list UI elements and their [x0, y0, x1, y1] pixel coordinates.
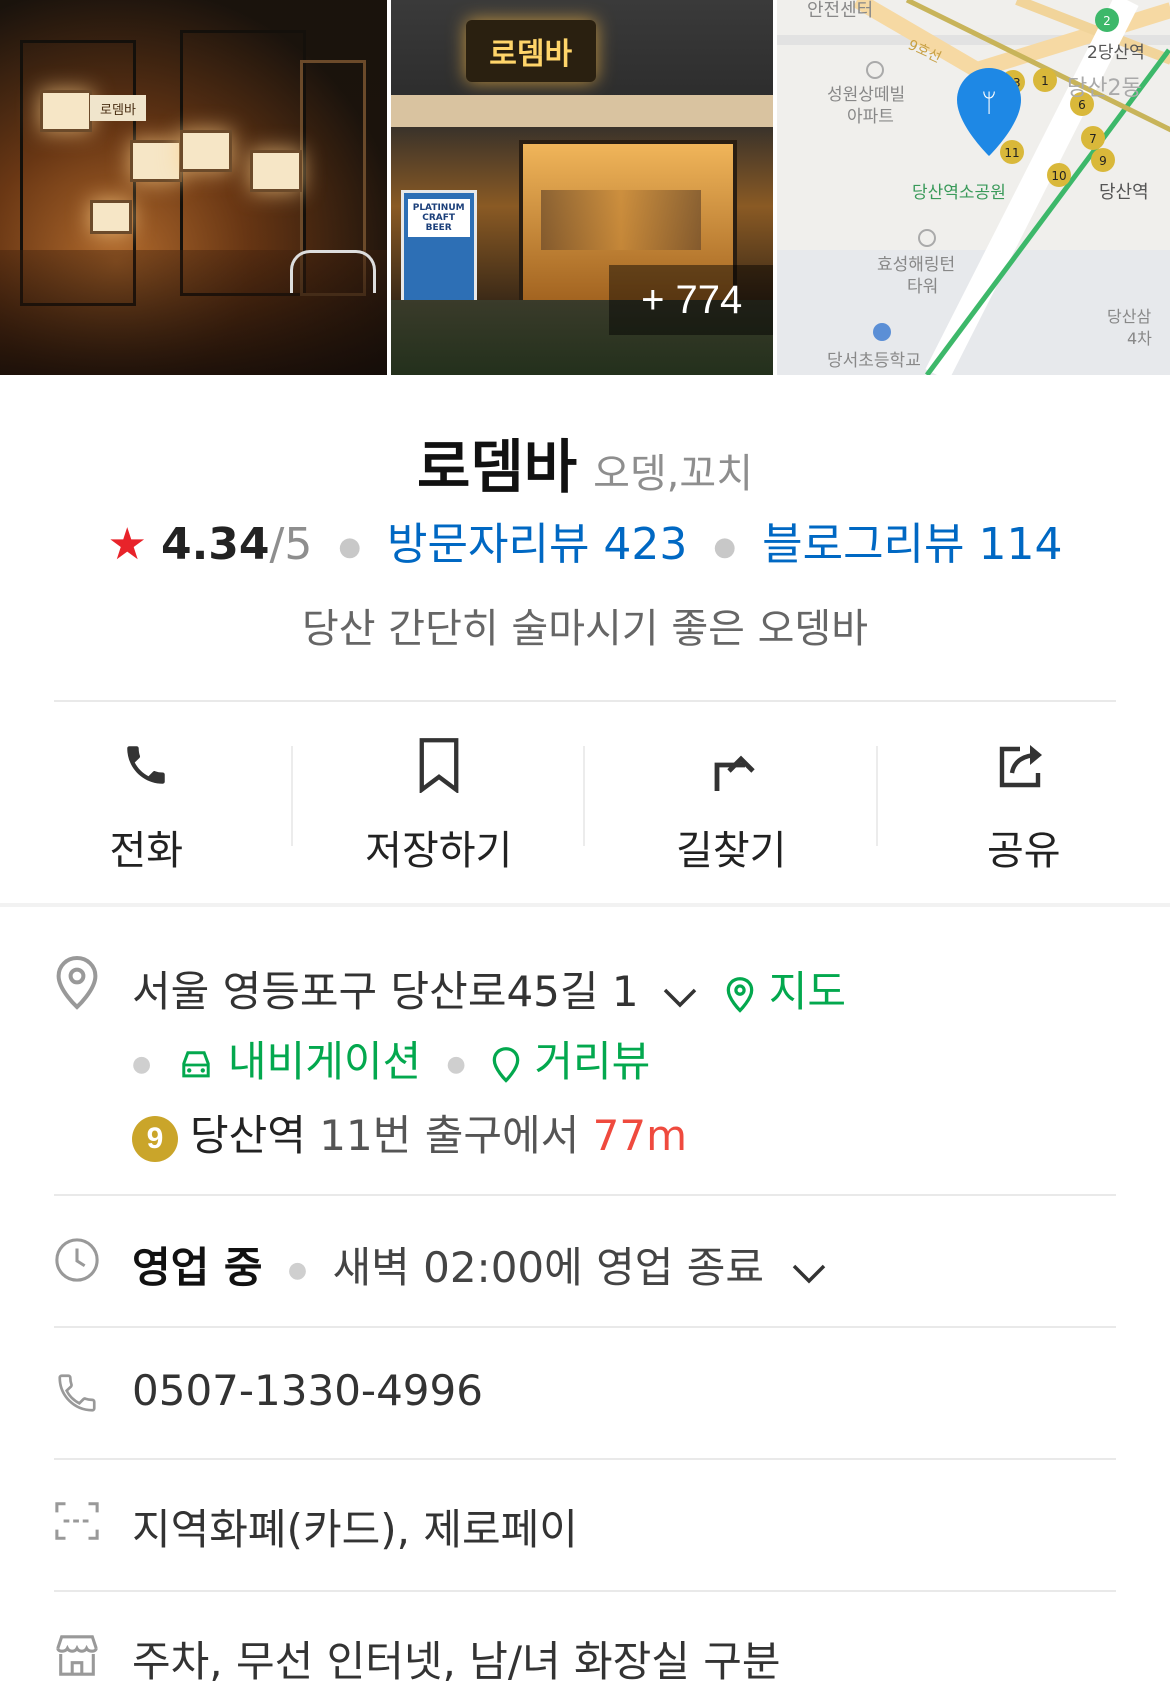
call-button[interactable]: 전화 [0, 730, 293, 874]
svg-text:2당산역: 2당산역 [1087, 43, 1145, 63]
street-view-pin-icon [492, 1046, 520, 1083]
photo-count-badge[interactable]: + 774 [608, 265, 774, 335]
save-button[interactable]: 저장하기 [293, 730, 585, 874]
divider [54, 1458, 1116, 1460]
svg-text:11: 11 [1005, 146, 1020, 160]
place-category: 오뎅,꼬치 [593, 451, 753, 497]
place-description: 당산 간단히 술마시기 좋은 오뎅바 [301, 606, 869, 652]
divider [54, 700, 1116, 702]
action-bar: 전화 저장하기 길찾기 공유 [0, 730, 1170, 874]
navigation-label: 내비게이션 [227, 1037, 422, 1086]
star-icon: ★ [107, 519, 147, 570]
divider [54, 1326, 1116, 1328]
svg-text:7: 7 [1090, 132, 1098, 146]
navigation-link[interactable]: 내비게이션 [177, 1037, 435, 1086]
map-pin-icon [727, 976, 754, 1013]
blog-reviews-link[interactable]: 블로그리뷰 114 [762, 519, 1062, 570]
facilities: 주차, 무선 인터넷, 남/녀 화장실 구분 [132, 1637, 781, 1686]
svg-text:10: 10 [1052, 169, 1067, 183]
svg-text:ᛘ: ᛘ [982, 89, 998, 119]
location-pin-icon [54, 955, 100, 1011]
station-row: 9 당산역 11번 출구에서 77m [132, 1102, 687, 1163]
separator-dot: ● [713, 532, 737, 562]
map-link[interactable]: 지도 [725, 967, 846, 1016]
address-row: 서울 영등포구 당산로45길 1 지도 [132, 958, 846, 1019]
street-view-label: 거리뷰 [534, 1037, 651, 1086]
address-text: 서울 영등포구 당산로45길 1 [132, 967, 639, 1016]
phone-outline-icon [54, 1368, 100, 1418]
street-view-link[interactable]: 거리뷰 [491, 1037, 650, 1086]
share-label: 공유 [986, 828, 1061, 874]
station-name: 당산역 [190, 1111, 306, 1160]
hours-expand[interactable] [791, 1246, 827, 1295]
svg-text:효성해링턴: 효성해링턴 [877, 255, 955, 275]
section-band [0, 903, 1170, 907]
svg-text:당서초등학교: 당서초등학교 [827, 351, 921, 371]
divider [54, 1590, 1116, 1592]
payment-icon [54, 1500, 100, 1542]
subway-line-badge: 9 [132, 1115, 178, 1162]
directions-button[interactable]: 길찾기 [585, 730, 878, 874]
rating-row: ★ 4.34/5 ● 방문자리뷰 423 ● 블로그리뷰 114 [0, 508, 1170, 572]
svg-text:당산역소공원: 당산역소공원 [912, 183, 1006, 203]
station-exit: 11번 출구에서 [319, 1111, 580, 1160]
navigation-row: ● 내비게이션 ● 거리뷰 [132, 1037, 651, 1086]
svg-text:성원상떼빌: 성원상떼빌 [827, 85, 905, 105]
svg-text:당산2동: 당산2동 [1067, 76, 1142, 101]
svg-text:1: 1 [1042, 74, 1050, 88]
station-distance: 77m [592, 1111, 687, 1160]
address-expand[interactable] [662, 970, 698, 1019]
photo-strip: 로뎀바 로뎀바 PLATINUM CRAFT BEER + 774 13 1 1… [0, 0, 1170, 375]
photo-interior[interactable]: 로뎀바 [0, 0, 387, 375]
svg-text:당산삼: 당산삼 [1107, 307, 1151, 326]
svg-text:4차: 4차 [1127, 329, 1152, 348]
payment-methods: 지역화폐(카드), 제로페이 [132, 1505, 578, 1554]
map-label-safety: 안전센터 [807, 0, 873, 21]
svg-text:당산역: 당산역 [1099, 182, 1149, 203]
place-name: 로뎀바 [416, 433, 578, 501]
chevron-down-icon [793, 1264, 826, 1284]
hours-row[interactable]: 영업 중 ● 새벽 02:00에 영업 종료 [132, 1234, 827, 1295]
svg-text:2: 2 [1104, 14, 1112, 28]
save-label: 저장하기 [365, 828, 513, 874]
map-graphic: 13 1 12 11 10 7 9 6 2 ᛘ 안전센터 9호선 성원상떼빌 아… [777, 0, 1170, 375]
divider [54, 1194, 1116, 1196]
svg-text:아파트: 아파트 [847, 107, 894, 127]
share-icon [999, 745, 1042, 788]
car-icon [181, 1050, 210, 1077]
rating-max: /5 [269, 519, 313, 570]
map-thumbnail[interactable]: 13 1 12 11 10 7 9 6 2 ᛘ 안전센터 9호선 성원상떼빌 아… [777, 0, 1170, 375]
call-label: 전화 [109, 828, 184, 874]
separator-dot: ● [338, 532, 362, 562]
svg-text:타워: 타워 [907, 277, 938, 297]
bookmark-icon [419, 738, 459, 793]
interior-sign: 로뎀바 [90, 95, 146, 121]
directions-label: 길찾기 [676, 828, 787, 874]
clock-icon [54, 1236, 100, 1284]
phone-icon [127, 746, 165, 784]
hours-detail: 새벽 02:00에 영업 종료 [332, 1243, 765, 1292]
map-link-label: 지도 [768, 967, 846, 1016]
phone-number[interactable]: 0507-1330-4996 [132, 1366, 483, 1415]
visitor-reviews-link[interactable]: 방문자리뷰 423 [387, 519, 687, 570]
photo-storefront[interactable]: 로뎀바 PLATINUM CRAFT BEER + 774 [390, 0, 774, 375]
store-icon [54, 1632, 100, 1678]
title-row: 로뎀바 오뎅,꼬치 [0, 420, 1170, 504]
rating-score: 4.34 [160, 519, 270, 570]
share-button[interactable]: 공유 [878, 730, 1170, 874]
storefront-sign: 로뎀바 [465, 20, 596, 82]
svg-text:9: 9 [1100, 154, 1108, 168]
chevron-down-icon [663, 988, 697, 1008]
directions-icon [714, 755, 755, 791]
hours-status: 영업 중 [132, 1243, 263, 1292]
